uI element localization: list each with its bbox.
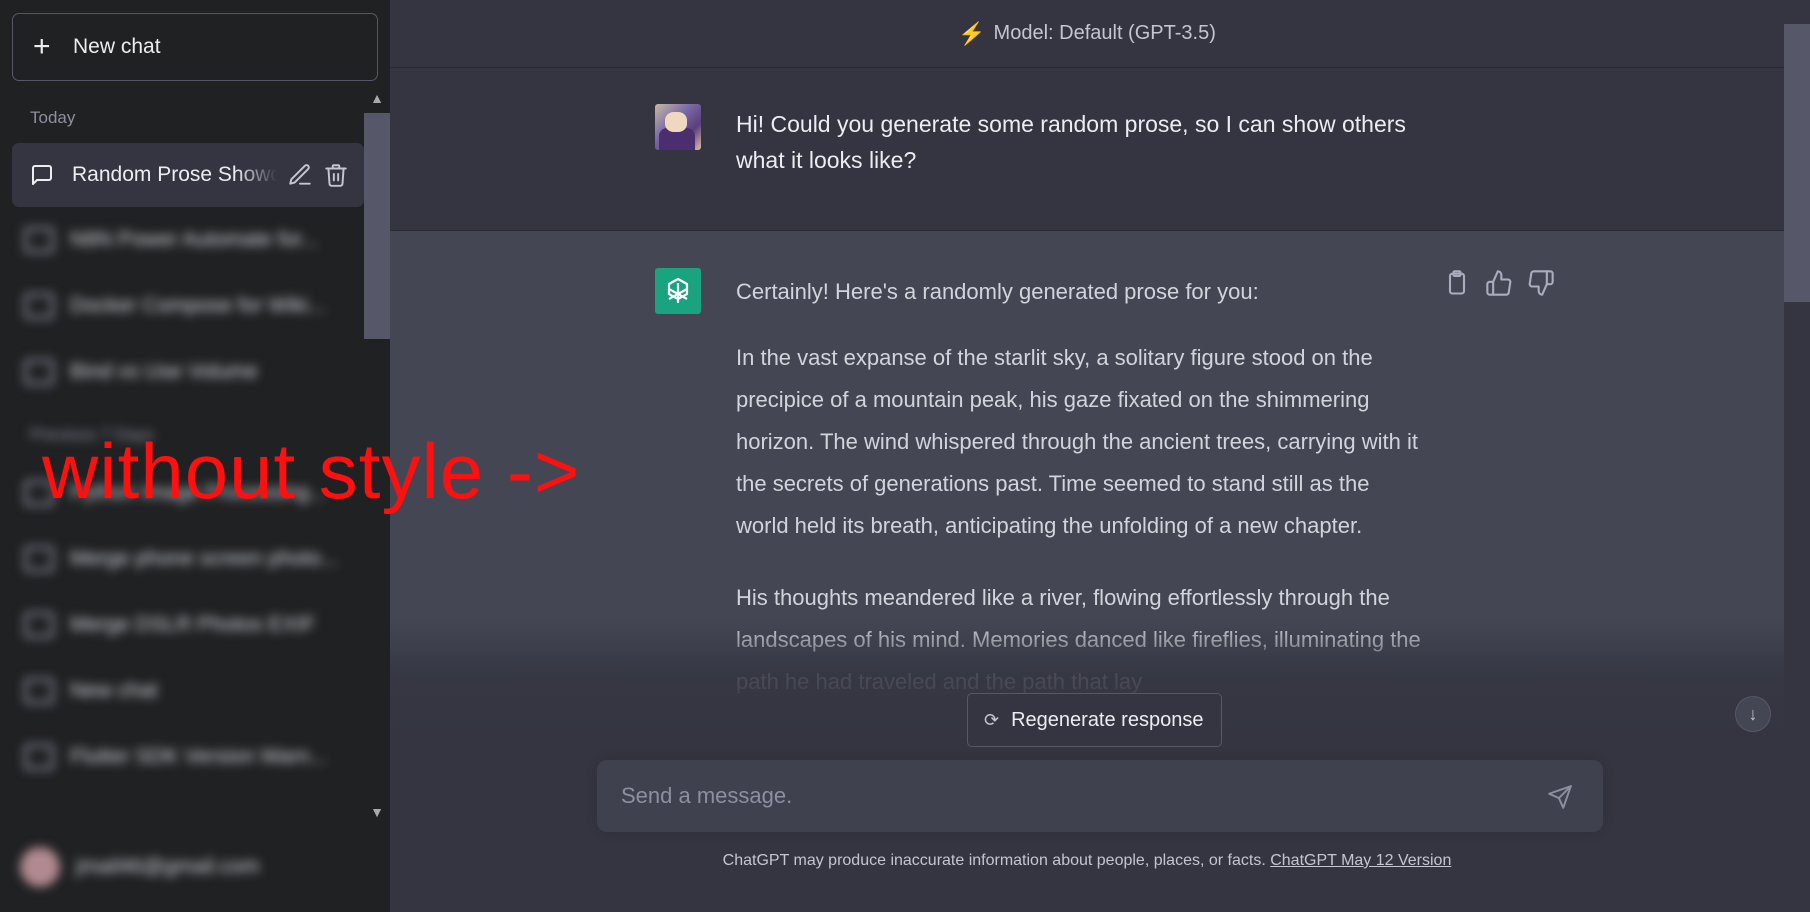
refresh-icon: ⟳: [984, 709, 1000, 730]
model-label: Model: Default (GPT-3.5): [993, 22, 1216, 44]
send-icon[interactable]: [1547, 784, 1573, 810]
user-email: jmail46@gmail.com: [76, 855, 260, 878]
footer: ChatGPT may produce inaccurate informati…: [390, 852, 1784, 870]
clipboard-icon[interactable]: [1443, 269, 1471, 297]
annotation-text: without style ->: [42, 427, 581, 515]
chat-bubble-icon: [24, 359, 54, 385]
user-account[interactable]: jmail46@gmail.com: [20, 845, 370, 889]
chat-bubble-icon: [24, 678, 54, 704]
chat-bubble-icon: [24, 546, 54, 572]
model-bar: ⚡ Model: Default (GPT-3.5): [390, 0, 1784, 68]
thumbs-up-icon[interactable]: [1485, 269, 1513, 297]
assistant-paragraph: In the vast expanse of the starlit sky, …: [736, 345, 1418, 538]
sidebar-scroll-thumb[interactable]: [364, 113, 390, 339]
chat-bubble-icon: [24, 227, 54, 253]
chat-item[interactable]: Bind vs Use Volume: [24, 354, 344, 390]
new-chat-label: New chat: [73, 35, 161, 58]
regenerate-label: Regenerate response: [1011, 708, 1204, 731]
message-actions: [1443, 269, 1555, 297]
new-chat-button[interactable]: + New chat: [12, 13, 378, 81]
chat-item[interactable]: N8N Power Automate for...: [24, 222, 344, 258]
scroll-up-icon[interactable]: ▲: [370, 90, 384, 106]
chat-item[interactable]: Merge phone screen photo...: [24, 541, 344, 577]
footer-disclaimer: ChatGPT may produce inaccurate informati…: [722, 852, 1266, 869]
assistant-intro: Certainly! Here's a randomly generated p…: [736, 279, 1259, 304]
openai-logo-icon: [655, 268, 701, 314]
user-message: Hi! Could you generate some random prose…: [390, 68, 1784, 231]
user-avatar: [655, 104, 701, 150]
scroll-to-bottom-button[interactable]: ↓: [1735, 696, 1771, 732]
chat-item-label: Random Prose Showcase: [72, 163, 277, 186]
version-link[interactable]: ChatGPT May 12 Version: [1270, 852, 1451, 869]
chat-item[interactable]: New chat: [24, 673, 344, 709]
section-label-today: Today: [30, 108, 76, 127]
arrow-down-icon: ↓: [1748, 703, 1758, 724]
chat-bubble-icon: [32, 165, 52, 185]
chat-item[interactable]: Merge DSLR Photos EXIF: [24, 607, 344, 643]
plus-icon: +: [33, 30, 51, 63]
scroll-down-icon[interactable]: ▼: [370, 804, 384, 820]
user-message-text: Hi! Could you generate some random prose…: [736, 111, 1406, 173]
chat-bubble-icon: [24, 744, 54, 770]
chat-item[interactable]: Flutter SDK Version Warn...: [24, 739, 344, 775]
message-input[interactable]: [621, 778, 1521, 814]
thumbs-down-icon[interactable]: [1527, 269, 1555, 297]
delete-icon[interactable]: [323, 162, 349, 188]
regenerate-button[interactable]: ⟳ Regenerate response: [967, 693, 1223, 747]
avatar: [20, 847, 60, 887]
chat-item[interactable]: Docker Compose for Wiki...: [24, 288, 344, 324]
edit-icon[interactable]: [287, 162, 313, 188]
message-composer: [597, 760, 1603, 832]
chat-bubble-icon: [24, 293, 54, 319]
main-scroll-thumb[interactable]: [1784, 24, 1810, 302]
chat-bubble-icon: [24, 612, 54, 638]
main-panel: ⚡ Model: Default (GPT-3.5) Hi! Could you…: [390, 0, 1810, 912]
app: + New chat Today Random Prose Showcase N…: [0, 0, 1810, 912]
chat-item-active[interactable]: Random Prose Showcase: [12, 143, 364, 207]
lightning-icon: ⚡: [958, 20, 986, 46]
